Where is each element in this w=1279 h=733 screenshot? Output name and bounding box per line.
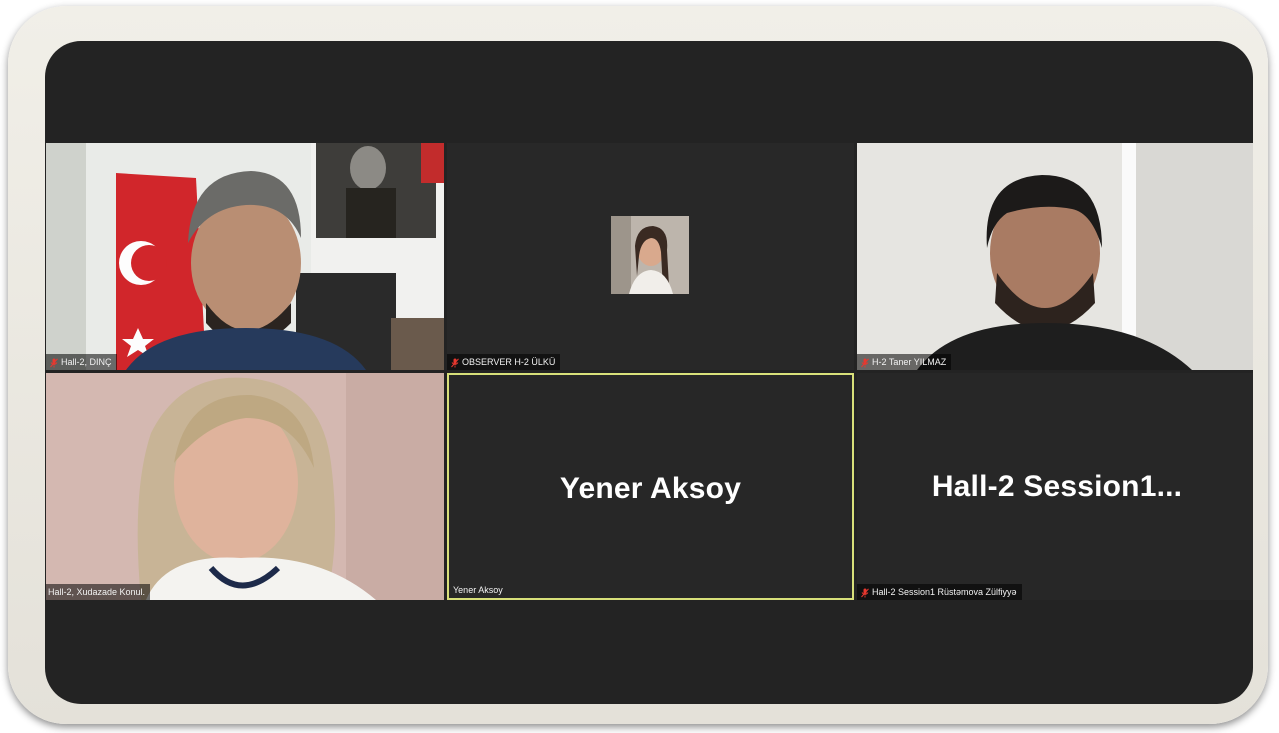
muted-microphone-icon [50, 357, 58, 367]
participant-tile-observer-ulku[interactable]: OBSERVER H-2 ÜLKÜ [447, 143, 854, 370]
participant-name: Hall-2, Xudazade Konul. [48, 587, 146, 597]
muted-microphone-icon [451, 357, 459, 367]
participant-tile-taner-yilmaz[interactable]: H-2 Taner YILMAZ [857, 143, 1253, 370]
participant-tile-xudazade-konul[interactable]: Hall-2, Xudazade Konul. [46, 373, 444, 600]
participant-name: OBSERVER H-2 ÜLKÜ [462, 357, 556, 367]
participant-name: Hall-2 Session1 Rüstəmova Zülfiyyə [872, 587, 1017, 597]
participant-avatar [611, 216, 689, 294]
participant-name-tag: Hall-2 Session1 Rüstəmova Zülfiyyə [857, 584, 1022, 600]
participant-display-name: Yener Aksoy [559, 472, 742, 505]
participant-name-tag: OBSERVER H-2 ÜLKÜ [447, 354, 561, 370]
participant-name-tag: Yener Aksoy [449, 582, 508, 598]
participant-name-tag: H-2 Taner YILMAZ [857, 354, 952, 370]
participant-video-feed [46, 143, 444, 370]
participant-name-tag: Hall-2, DINÇ [46, 354, 117, 370]
participant-video-feed [857, 143, 1253, 370]
muted-microphone-icon [861, 587, 869, 597]
video-call-screen: Hall-2, DINÇ OBSERVER H-2 ÜLKÜ H-2 Taner… [45, 41, 1253, 704]
participant-name-tag: Hall-2, Xudazade Konul. [46, 584, 151, 600]
muted-microphone-icon [861, 357, 869, 367]
participant-display-name: Hall-2 Session1... [931, 470, 1183, 503]
participant-name: Hall-2, DINÇ [61, 357, 112, 367]
participant-name: Yener Aksoy [453, 585, 503, 595]
device-frame: Hall-2, DINÇ OBSERVER H-2 ÜLKÜ H-2 Taner… [8, 6, 1268, 724]
participant-video-feed [46, 373, 444, 600]
participant-tile-hall2-session1[interactable]: Hall-2 Session1... Hall-2 Session1 Rüstə… [857, 373, 1253, 600]
participant-name: H-2 Taner YILMAZ [872, 357, 947, 367]
participant-tile-yener-aksoy[interactable]: Yener Aksoy Yener Aksoy [447, 373, 854, 600]
participant-tile-dinc[interactable]: Hall-2, DINÇ [46, 143, 444, 370]
